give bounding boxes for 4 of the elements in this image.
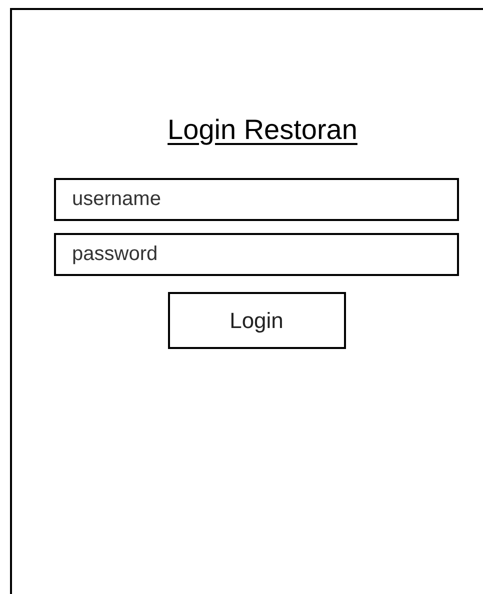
password-field[interactable]: password xyxy=(54,233,459,276)
username-field[interactable]: username xyxy=(54,178,459,221)
login-button[interactable]: Login xyxy=(168,292,346,349)
page-title: Login Restoran xyxy=(168,113,358,147)
